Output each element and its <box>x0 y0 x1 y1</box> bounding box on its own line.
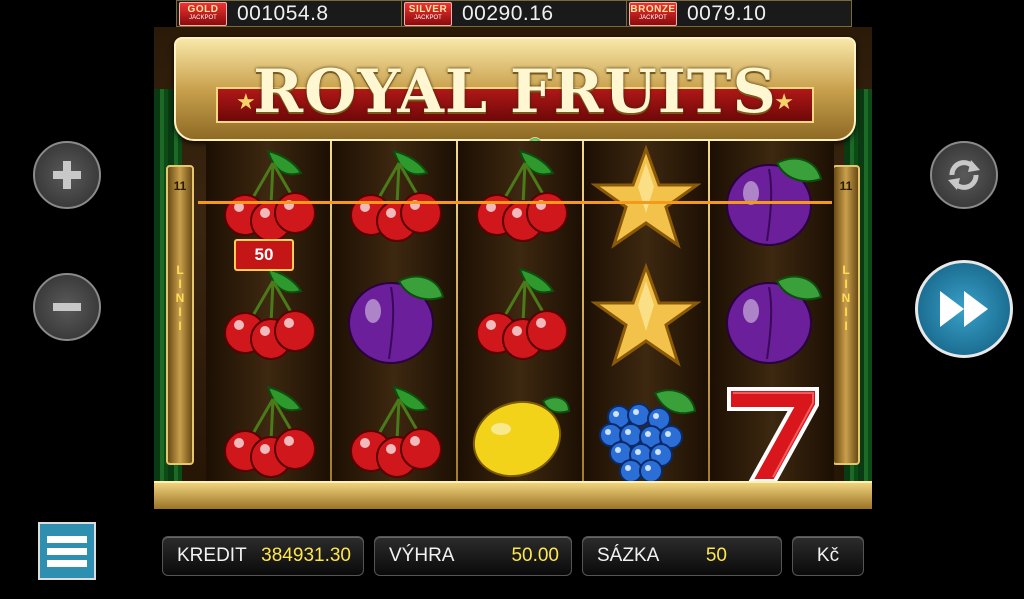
cherries-symbol-icon <box>213 379 323 489</box>
paylines-indicator-right: 11 LINII <box>832 165 860 465</box>
autoplay-button[interactable] <box>930 141 998 209</box>
silver-jackpot-badge: SILVER JACKPOT <box>404 1 452 26</box>
plum-symbol-icon <box>717 143 827 253</box>
currency-label: Kč <box>816 545 840 566</box>
hamburger-menu-icon <box>47 559 87 567</box>
reel-1 <box>206 141 330 486</box>
menu-button[interactable] <box>38 522 96 580</box>
paylines-label: LINII <box>168 263 192 336</box>
credit-label: KREDIT <box>177 545 247 566</box>
title-plate: ★ ★ ROYAL FRUITS <box>174 37 856 151</box>
plum-symbol-icon <box>339 261 449 371</box>
currency-button[interactable]: Kč <box>792 536 864 576</box>
plus-icon <box>53 161 81 189</box>
paylines-count: 11 <box>173 179 187 193</box>
bronze-jackpot-sub: JACKPOT <box>639 15 667 21</box>
bronze-jackpot-value: 0079.10 <box>687 1 767 25</box>
cherries-symbol-icon <box>339 379 449 489</box>
reel-3 <box>458 141 582 486</box>
silver-jackpot-value: 00290.16 <box>462 1 554 25</box>
paylines-word: LINII <box>839 263 853 333</box>
paylines-count: 11 <box>839 179 853 193</box>
gold-jackpot: GOLD JACKPOT 001054.8 <box>177 1 402 26</box>
bronze-jackpot: BRONZE JACKPOT 0079.10 <box>627 1 851 26</box>
hamburger-menu-icon <box>47 535 87 543</box>
gold-jackpot-name: GOLD <box>187 4 219 15</box>
win-payline <box>198 201 832 204</box>
autoplay-icon <box>948 160 980 190</box>
cherries-symbol-icon <box>465 143 575 253</box>
hamburger-menu-icon <box>47 547 87 555</box>
silver-jackpot-name: SILVER <box>408 4 448 15</box>
reel-2 <box>332 141 456 486</box>
reels <box>206 141 836 486</box>
lemon-symbol-icon <box>465 379 575 489</box>
gold-jackpot-badge: GOLD JACKPOT <box>179 1 227 26</box>
win-amount-badge: 50 <box>234 239 294 271</box>
reel-4 <box>584 141 708 486</box>
seven-symbol-icon <box>717 379 827 489</box>
jackpot-bar: GOLD JACKPOT 001054.8 SILVER JACKPOT 002… <box>176 0 852 27</box>
win-value: 50.00 <box>511 545 559 566</box>
win-label: VÝHRA <box>389 545 455 566</box>
cherries-symbol-icon <box>339 143 449 253</box>
slot-machine: ★ ★ ROYAL FRUITS 11 LINII 11 LINII 50 <box>154 27 872 509</box>
plum-symbol-icon <box>717 261 827 371</box>
bet-display[interactable]: SÁZKA 50 <box>582 536 782 576</box>
gold-jackpot-sub: JACKPOT <box>189 15 217 21</box>
reel-frame-bottom <box>154 481 872 509</box>
win-display: VÝHRA 50.00 <box>374 536 572 576</box>
paylines-indicator-left: 11 LINII <box>166 165 194 465</box>
bet-label: SÁZKA <box>597 545 660 566</box>
silver-jackpot-sub: JACKPOT <box>414 15 442 21</box>
bronze-jackpot-badge: BRONZE JACKPOT <box>629 1 677 26</box>
spin-turbo-button[interactable] <box>915 260 1013 358</box>
credit-display: KREDIT 384931.30 <box>162 536 364 576</box>
bronze-jackpot-name: BRONZE <box>630 4 676 15</box>
bet-value: 50 <box>705 545 727 566</box>
cherries-symbol-icon <box>213 143 323 253</box>
decrease-bet-button[interactable] <box>33 273 101 341</box>
gold-jackpot-value: 001054.8 <box>237 1 329 25</box>
increase-bet-button[interactable] <box>33 141 101 209</box>
grapes-symbol-icon <box>591 379 701 489</box>
cherries-symbol-icon <box>465 261 575 371</box>
silver-jackpot: SILVER JACKPOT 00290.16 <box>402 1 627 26</box>
minus-icon <box>53 303 81 311</box>
paylines-word: LINII <box>173 263 187 333</box>
paylines-label: LINII <box>834 263 858 336</box>
star-symbol-icon <box>590 261 702 371</box>
fast-forward-icon <box>940 291 988 327</box>
reel-5 <box>710 141 834 486</box>
star-symbol-icon <box>590 143 702 253</box>
credit-value: 384931.30 <box>261 545 351 566</box>
game-title: ROYAL FRUITS <box>253 57 777 127</box>
cherries-symbol-icon <box>213 261 323 371</box>
